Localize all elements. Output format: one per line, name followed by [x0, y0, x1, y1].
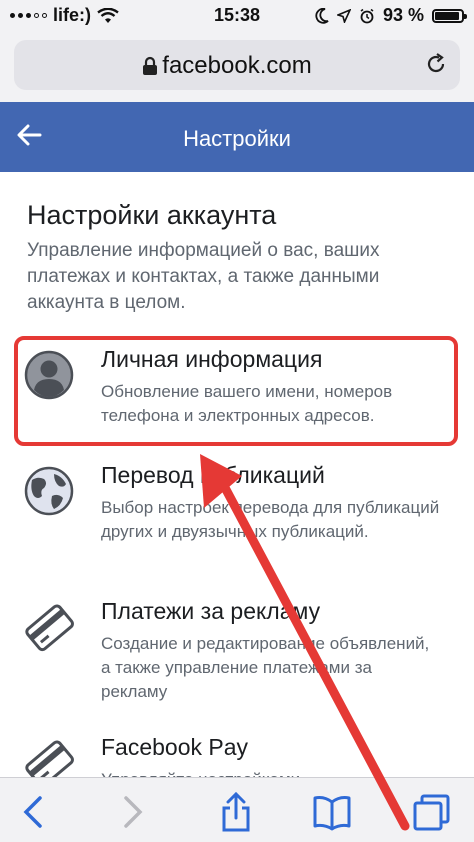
status-bar: life:) 15:38 93 %	[0, 0, 474, 32]
tabs-icon[interactable]	[412, 792, 452, 832]
battery-level-fill	[435, 11, 460, 20]
globe-icon	[24, 466, 74, 516]
settings-header: Настройки	[0, 102, 474, 172]
settings-item-translation[interactable]: Перевод публикаций Выбор настроек перево…	[20, 460, 450, 560]
battery-icon	[432, 8, 467, 23]
status-right: 93 %	[315, 5, 467, 26]
share-icon[interactable]	[216, 792, 256, 832]
battery-percent: 93 %	[382, 5, 424, 25]
highlight-box	[14, 336, 458, 446]
back-icon[interactable]	[14, 792, 54, 832]
item-title: Платежи за рекламу	[101, 598, 321, 624]
item-title: Facebook Pay	[101, 734, 249, 760]
settings-content: Настройки аккаунта Управление информацие…	[0, 172, 474, 789]
address-bar[interactable]: facebook.com	[14, 40, 460, 90]
url-text: facebook.com	[162, 52, 312, 79]
browser-chrome: facebook.com	[0, 32, 474, 102]
forward-icon[interactable]	[112, 792, 152, 832]
bookmarks-icon[interactable]	[312, 792, 352, 832]
item-title: Перевод публикаций	[101, 462, 325, 488]
reload-icon[interactable]	[424, 52, 448, 76]
moon-icon	[315, 7, 329, 24]
settings-item-ad-payments[interactable]: Платежи за рекламу Создание и редактиров…	[20, 596, 450, 701]
credit-card-icon	[25, 604, 74, 652]
browser-toolbar	[0, 777, 474, 842]
item-description: Создание и редактирование объявлений, а …	[101, 634, 430, 701]
section-description: Управление информацией о вас, ваших плат…	[27, 240, 380, 313]
alarm-icon	[360, 8, 374, 23]
location-arrow-icon	[336, 8, 351, 23]
section-title: Настройки аккаунта	[27, 200, 277, 230]
page-title: Настройки	[183, 126, 291, 151]
item-description: Выбор настроек перевода для публикаций д…	[101, 498, 440, 541]
